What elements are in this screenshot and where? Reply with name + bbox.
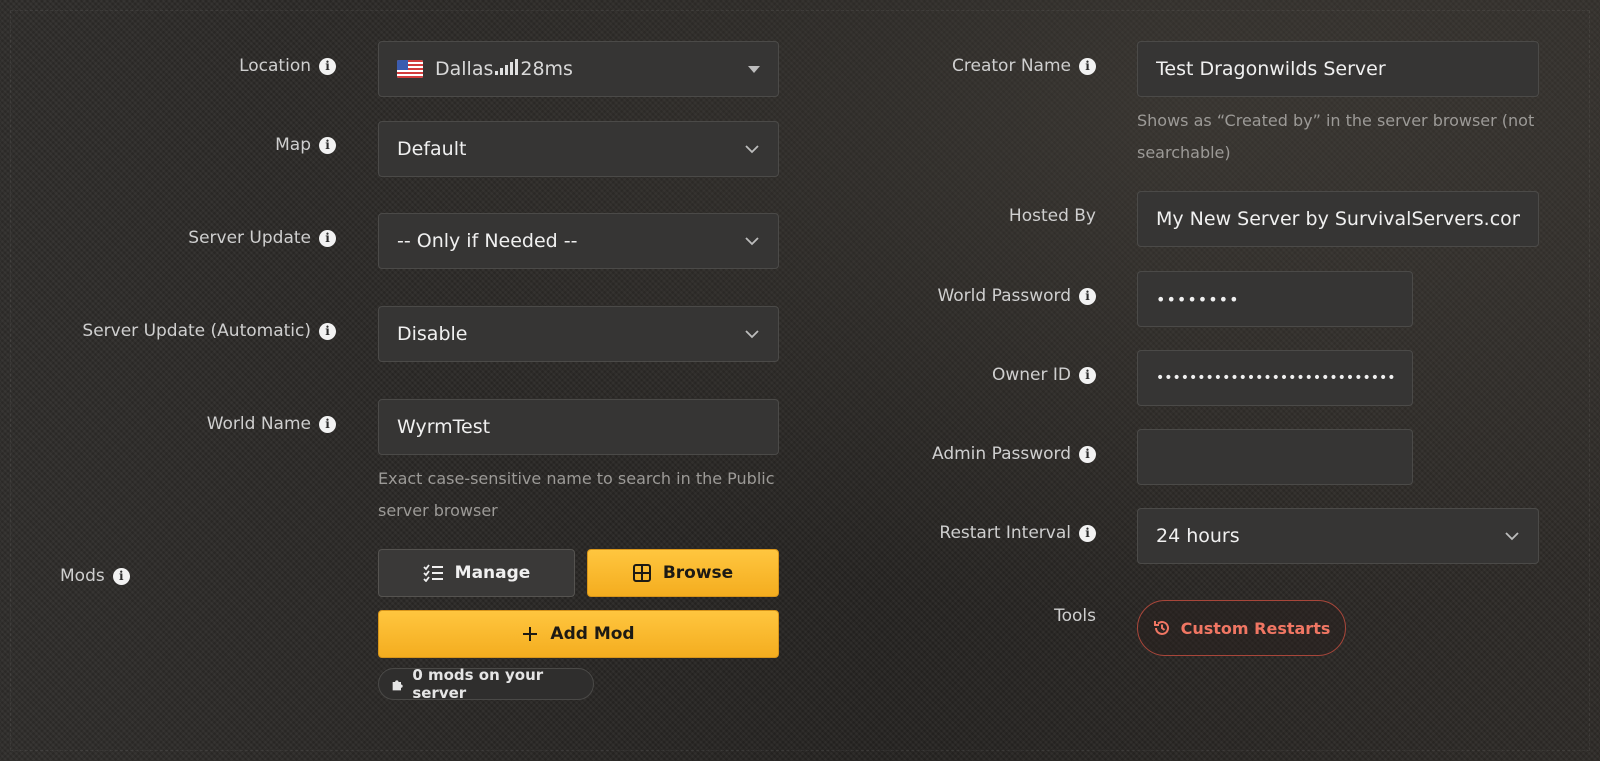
restart-interval-value: 24 hours — [1156, 525, 1240, 547]
world-name-label: World Name i — [120, 411, 336, 437]
server-update-value: -- Only if Needed -- — [397, 230, 578, 252]
info-icon[interactable]: i — [319, 136, 336, 154]
world-name-input[interactable]: WyrmTest — [378, 399, 779, 455]
info-icon[interactable]: i — [1079, 524, 1096, 542]
server-update-auto-label: Server Update (Automatic) i — [40, 318, 336, 344]
tools-label: Tools — [1054, 606, 1096, 626]
info-icon[interactable]: i — [1079, 57, 1096, 75]
server-update-label: Server Update i — [60, 225, 336, 251]
creator-name-input[interactable]: Test Dragonwilds Server — [1137, 41, 1539, 97]
us-flag-icon — [397, 60, 423, 78]
chevron-down-icon — [745, 330, 759, 339]
world-name-help: Exact case-sensitive name to search in t… — [378, 469, 775, 520]
location-label: Location i — [120, 53, 336, 79]
info-icon[interactable]: i — [319, 57, 336, 75]
server-update-auto-value: Disable — [397, 323, 468, 345]
world-name-value: WyrmTest — [397, 416, 491, 438]
map-label: Map i — [120, 132, 336, 158]
creator-name-label: Creator Name i — [880, 53, 1096, 79]
history-icon — [1153, 620, 1169, 635]
info-icon[interactable]: i — [319, 322, 336, 340]
admin-password-label: Admin Password i — [880, 441, 1096, 467]
mods-label: Mods i — [60, 563, 180, 589]
plus-icon — [523, 627, 538, 641]
caret-down-icon — [748, 65, 760, 73]
puzzle-icon — [392, 679, 403, 690]
location-select[interactable]: Dallas 28ms — [378, 41, 779, 97]
admin-password-input[interactable] — [1137, 429, 1413, 485]
chevron-down-icon — [745, 145, 759, 154]
restart-interval-label: Restart Interval i — [880, 520, 1096, 546]
world-password-label: World Password i — [880, 283, 1096, 309]
world-password-input[interactable]: •••••••• — [1137, 271, 1413, 327]
info-icon[interactable]: i — [1079, 366, 1096, 384]
add-mod-button[interactable]: Add Mod — [378, 610, 779, 658]
mods-count-badge: 0 mods on your server — [378, 666, 594, 702]
map-value: Default — [397, 138, 467, 160]
chevron-down-icon — [745, 237, 759, 246]
owner-id-input[interactable]: •••••••••••••••••••••••••••••••• — [1137, 350, 1413, 406]
server-update-auto-select[interactable]: Disable — [378, 306, 779, 362]
info-icon[interactable]: i — [319, 415, 336, 433]
restart-interval-select[interactable]: 24 hours — [1137, 508, 1539, 564]
chevron-down-icon — [1505, 532, 1519, 541]
manage-mods-button[interactable]: Manage — [378, 549, 575, 597]
server-update-select[interactable]: -- Only if Needed -- — [378, 213, 779, 269]
hosted-by-label: Hosted By — [1008, 206, 1096, 226]
owner-id-label: Owner ID i — [880, 362, 1096, 388]
list-icon — [423, 564, 443, 582]
info-icon[interactable]: i — [319, 229, 336, 247]
creator-name-value: Test Dragonwilds Server — [1156, 58, 1386, 80]
info-icon[interactable]: i — [1079, 445, 1096, 463]
creator-name-help: Shows as “Created by” in the server brow… — [1137, 111, 1535, 162]
grid-icon — [632, 564, 651, 582]
browse-mods-button[interactable]: Browse — [587, 549, 779, 597]
custom-restarts-button[interactable]: Custom Restarts — [1137, 600, 1346, 656]
signal-icon — [495, 59, 519, 75]
info-icon[interactable]: i — [112, 567, 130, 585]
map-select[interactable]: Default — [378, 121, 779, 177]
owner-id-value: •••••••••••••••••••••••••••••••• — [1156, 370, 1394, 386]
location-city: Dallas — [435, 58, 494, 80]
location-ping: 28ms — [520, 58, 573, 80]
hosted-by-value: My New Server by SurvivalServers.com — [1156, 208, 1520, 230]
world-password-value: •••••••• — [1156, 289, 1240, 309]
hosted-by-input[interactable]: My New Server by SurvivalServers.com — [1137, 191, 1539, 247]
info-icon[interactable]: i — [1079, 287, 1096, 305]
